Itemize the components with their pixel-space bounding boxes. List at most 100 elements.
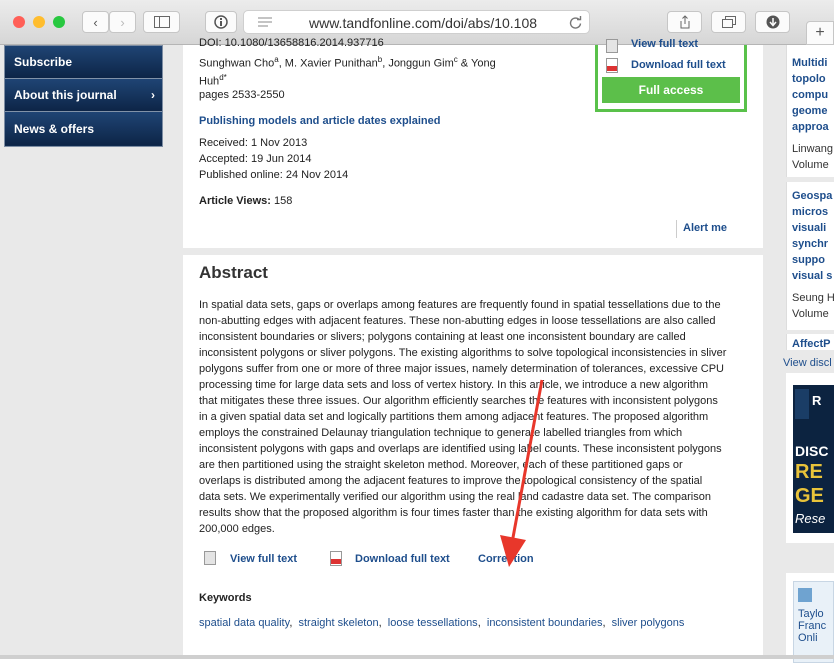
separator: ,: [477, 617, 481, 629]
author-name[interactable]: & Yong: [458, 58, 496, 70]
related-title-line[interactable]: Geospa: [792, 190, 832, 202]
abstract-line: that mitigates these three issues. Our a…: [199, 395, 718, 407]
reader-button[interactable]: [205, 11, 237, 33]
related-title-line[interactable]: Multidi: [792, 57, 827, 69]
author-name[interactable]: , M. Xavier Punithan: [279, 58, 378, 70]
keyword-link[interactable]: spatial data quality: [199, 617, 289, 629]
close-window-button[interactable]: [13, 16, 25, 28]
related-author: Linwang: [792, 143, 833, 155]
logo-mark: [795, 389, 809, 419]
author-name[interactable]: Huh: [199, 76, 219, 88]
abstract-line: 200,000 edges.: [199, 523, 275, 535]
share-button[interactable]: [667, 11, 702, 33]
received-date: Received: 1 Nov 2013: [199, 137, 308, 149]
accepted-date: Accepted: 19 Jun 2014: [199, 153, 312, 165]
separator: ,: [378, 617, 382, 629]
nav-item-subscribe[interactable]: Subscribe: [5, 46, 162, 79]
ad-text: Taylo: [798, 608, 824, 620]
abstract-line: data sets. We experimentally verified ou…: [199, 491, 711, 503]
abstract-line: processing time for large data sets and …: [199, 379, 709, 391]
pdf-icon: [606, 58, 618, 73]
related-title-line[interactable]: approa: [792, 121, 829, 133]
affiliation-mark: d*: [219, 73, 227, 82]
url-text: www.tandfonline.com/doi/abs/10.108: [309, 15, 538, 31]
document-icon: [606, 39, 618, 53]
related-title-line[interactable]: AffectP: [792, 338, 831, 350]
nav-item-about-journal[interactable]: About this journal ›: [5, 79, 162, 112]
ad-banner[interactable]: Taylo Franc Onli: [793, 581, 834, 663]
full-access-button[interactable]: Full access: [602, 77, 740, 103]
nav-item-news-offers[interactable]: News & offers: [5, 112, 162, 145]
abstract-line: overlaps is distributed among the adjace…: [199, 475, 703, 487]
minimize-window-button[interactable]: [33, 16, 45, 28]
keyword-link[interactable]: loose tessellations: [388, 617, 478, 629]
ad-text: RE: [795, 461, 823, 483]
downloads-button[interactable]: [755, 11, 790, 33]
keyword-link[interactable]: inconsistent boundaries: [487, 617, 603, 629]
ad-frame: Taylo Franc Onli: [786, 573, 834, 663]
back-button[interactable]: ‹: [82, 11, 109, 33]
related-title-line[interactable]: topolo: [792, 73, 826, 85]
abstract-line: In spatial data sets, gaps or overlaps a…: [199, 299, 721, 311]
author-name[interactable]: Sunghwan Cho: [199, 58, 274, 70]
related-author: Seung H: [792, 292, 834, 304]
tabs-overview-button[interactable]: [711, 11, 746, 33]
doi-line: DOI: 10.1080/13658816.2014.937716: [199, 37, 384, 49]
related-volume: Volume: [792, 308, 829, 320]
abstract-line: non-abutting edges with adjacent feature…: [199, 315, 716, 327]
separator: ,: [602, 617, 606, 629]
nav-label: About this journal: [14, 88, 117, 102]
abstract-line: employs the constrained Delaunay triangu…: [199, 427, 683, 439]
related-title-line[interactable]: micros: [792, 206, 828, 218]
view-full-text-link[interactable]: View full text: [230, 553, 297, 565]
related-title-line[interactable]: suppo: [792, 254, 825, 266]
authors-line-2: Huhd*: [199, 73, 227, 88]
view-full-text-link[interactable]: View full text: [631, 38, 698, 50]
nav-label: Subscribe: [14, 55, 73, 69]
zoom-window-button[interactable]: [53, 16, 65, 28]
related-title-line[interactable]: visual s: [792, 270, 832, 282]
publishing-models-link[interactable]: Publishing models and article dates expl…: [199, 115, 440, 127]
related-title-line[interactable]: compu: [792, 89, 828, 101]
nav-label: News & offers: [14, 121, 95, 136]
abstract-line: are then partitioned using the straight …: [199, 459, 683, 471]
sidebar-icon: [153, 16, 170, 28]
author-name[interactable]: , Jonggun Gim: [382, 58, 454, 70]
ad-text: Franc: [798, 620, 827, 632]
browser-toolbar: ‹ › www.tandfonline.com/doi/abs/10.108 +: [0, 0, 834, 45]
download-full-text-link[interactable]: Download full text: [631, 59, 726, 71]
views-label: Article Views:: [199, 195, 271, 207]
ad-logo-letter: R: [812, 393, 822, 408]
related-title-line[interactable]: synchr: [792, 238, 828, 250]
reload-icon[interactable]: [569, 16, 582, 29]
ad-frame: R DISC RE GE Rese: [786, 373, 834, 543]
related-title-line[interactable]: visuali: [792, 222, 826, 234]
related-title-line[interactable]: geome: [792, 105, 827, 117]
related-card[interactable]: Geospa micros visuali synchr suppo visua…: [786, 182, 834, 330]
pages: pages 2533-2550: [199, 89, 285, 101]
abstract-line: polygons suffer from one or more of thre…: [199, 363, 724, 375]
keyword-link[interactable]: sliver polygons: [612, 617, 685, 629]
alert-me-link[interactable]: Alert me: [683, 222, 727, 234]
chevron-right-icon: ›: [120, 14, 125, 30]
keywords-heading: Keywords: [199, 592, 252, 604]
related-card[interactable]: Multidi topolo compu geome approa Linwan…: [786, 45, 834, 177]
ad-text: Rese: [795, 511, 826, 526]
download-icon: [766, 15, 779, 29]
forward-button[interactable]: ›: [109, 11, 136, 33]
related-card[interactable]: AffectP: [786, 334, 834, 350]
menu-lines-icon: [258, 17, 272, 27]
document-icon: [204, 551, 216, 565]
view-disclosure-link[interactable]: View discl: [783, 357, 832, 369]
abstract-line: inconsistent boundaries or slivers; poly…: [199, 331, 686, 343]
address-bar[interactable]: www.tandfonline.com/doi/abs/10.108: [243, 10, 590, 34]
ad-text: Onli: [798, 632, 818, 644]
new-tab-button[interactable]: +: [806, 21, 834, 45]
keyword-link[interactable]: straight skeleton: [299, 617, 379, 629]
ad-banner[interactable]: R DISC RE GE Rese: [793, 385, 834, 533]
download-full-text-link[interactable]: Download full text: [355, 553, 450, 565]
ad-text: GE: [795, 485, 824, 507]
annotation-arrow: [500, 379, 544, 567]
sidebar-toggle-button[interactable]: [143, 11, 180, 33]
chevron-left-icon: ‹: [93, 14, 98, 30]
